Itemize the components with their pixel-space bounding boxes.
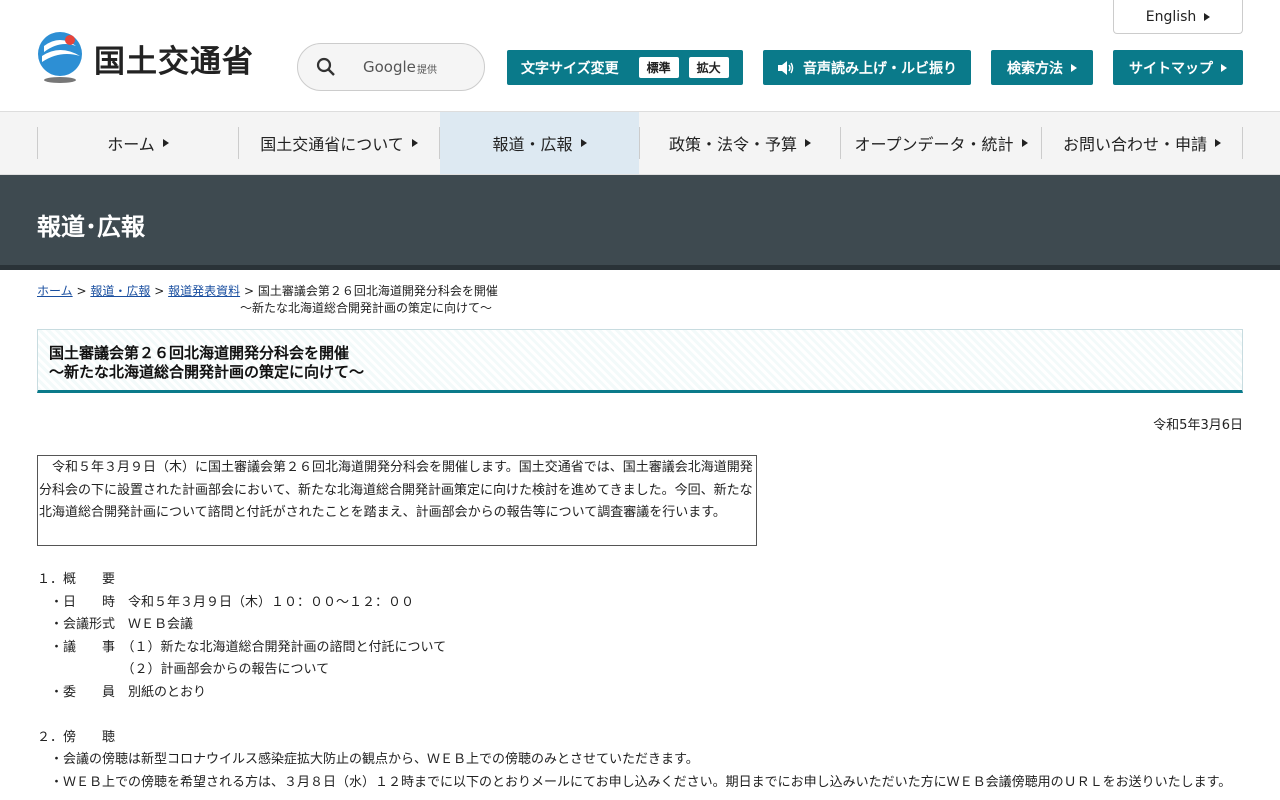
article-title-box: 国土審議会第２６回北海道開発分科会を開催 ～新たな北海道総合開発計画の策定に向け… — [37, 329, 1243, 393]
triangle-right-icon — [1071, 63, 1077, 72]
article-title: 国土審議会第２６回北海道開発分科会を開催 ～新たな北海道総合開発計画の策定に向け… — [49, 344, 364, 382]
site-header: 国土交通省 Google 提供 English 文字サイズ変更 標準 拡大 音声… — [0, 0, 1280, 112]
mlit-logo-icon — [36, 32, 86, 84]
site-logo[interactable]: 国土交通省 — [36, 32, 254, 84]
nav-item-home[interactable]: ホーム — [38, 112, 238, 174]
breadcrumb-separator: > — [154, 284, 165, 298]
nav-item-label: 国土交通省について — [260, 135, 404, 154]
triangle-right-icon — [805, 139, 811, 147]
section-banner: 報道･広報 — [0, 175, 1280, 270]
search-icon[interactable] — [316, 57, 336, 77]
english-label: English — [1145, 8, 1197, 25]
speaker-icon — [778, 60, 794, 75]
sitemap-label: サイトマップ — [1129, 60, 1213, 77]
global-nav: ホーム 国土交通省について 報道・広報 政策・法令・予算 オープンデータ・統計 … — [0, 112, 1280, 175]
article-title-line1: 国土審議会第２６回北海道開発分科会を開催 — [49, 344, 350, 362]
nav-item-about[interactable]: 国土交通省について — [239, 112, 439, 174]
nav-item-policy[interactable]: 政策・法令・予算 — [640, 112, 840, 174]
nav-item-press[interactable]: 報道・広報 — [440, 112, 639, 174]
breadcrumb-current-subtitle: ～新たな北海道総合開発計画の策定に向けて～ — [240, 301, 493, 315]
font-size-standard-button[interactable]: 標準 — [638, 57, 679, 78]
nav-item-label: 政策・法令・予算 — [668, 135, 797, 154]
breadcrumb-home-link[interactable]: ホーム — [37, 284, 73, 298]
triangle-right-icon — [162, 139, 169, 147]
nav-item-label: お問い合わせ・申請 — [1062, 135, 1207, 154]
breadcrumb-current: 国土審議会第２６回北海道開発分科会を開催 — [257, 284, 498, 298]
nav-item-label: ホーム — [107, 135, 155, 154]
font-size-label: 文字サイズ変更 — [521, 60, 619, 77]
breadcrumb-releases-link[interactable]: 報道発表資料 — [168, 284, 240, 298]
font-size-large-button[interactable]: 拡大 — [688, 57, 729, 78]
triangle-right-icon — [580, 139, 587, 147]
nav-divider — [1242, 127, 1243, 159]
search-method-label: 検索方法 — [1007, 60, 1063, 77]
article-title-line2: ～新たな北海道総合開発計画の策定に向けて～ — [49, 363, 365, 381]
section-title: 報道･広報 — [37, 213, 145, 241]
nav-item-opendata[interactable]: オープンデータ・統計 — [841, 112, 1041, 174]
search-provided-label: 提供 — [417, 65, 437, 76]
triangle-right-icon — [1204, 12, 1211, 21]
logo-text: 国土交通省 — [94, 43, 254, 80]
sitemap-button[interactable]: サイトマップ — [1113, 50, 1243, 85]
font-size-control: 文字サイズ変更 標準 拡大 — [507, 50, 743, 85]
nav-item-label: 報道・広報 — [492, 135, 573, 154]
triangle-right-icon — [1021, 139, 1028, 147]
publish-date: 令和5年3月6日 — [1153, 418, 1243, 433]
breadcrumb-separator: > — [243, 284, 254, 298]
search-method-button[interactable]: 検索方法 — [991, 50, 1093, 85]
article-body: １．概 要 ・日 時 令和５年３月９日（木）１０：００～１２：００ ・会議形式 … — [37, 572, 1232, 790]
triangle-right-icon — [411, 139, 418, 147]
breadcrumb-press-link[interactable]: 報道・広報 — [90, 284, 150, 298]
site-search-box[interactable]: Google 提供 — [297, 43, 485, 91]
search-google-label: Google — [363, 58, 416, 76]
triangle-right-icon — [1215, 139, 1221, 147]
english-link[interactable]: English — [1113, 0, 1243, 34]
triangle-right-icon — [1221, 63, 1227, 72]
nav-item-label: オープンデータ・統計 — [854, 135, 1014, 154]
intro-text: 令和５年３月９日（木）に国土審議会第２６回北海道開発分科会を開催します。国土交通… — [37, 455, 757, 546]
voice-ruby-button[interactable]: 音声読み上げ・ルビ振り — [763, 50, 971, 85]
nav-item-contact[interactable]: お問い合わせ・申請 — [1042, 112, 1242, 174]
breadcrumb: ホーム > 報道・広報 > 報道発表資料 > 国土審議会第２６回北海道開発分科会… — [37, 283, 507, 317]
voice-ruby-label: 音声読み上げ・ルビ振り — [803, 60, 957, 77]
breadcrumb-separator: > — [76, 284, 87, 298]
